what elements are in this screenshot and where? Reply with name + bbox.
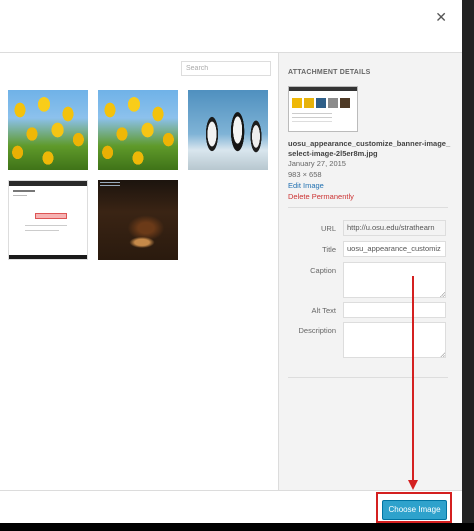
alt-text-field[interactable] [343, 302, 446, 318]
description-label: Description [298, 326, 336, 335]
annotation-arrow-line [412, 276, 414, 482]
attachment-details-title: ATTACHMENT DETAILS [288, 69, 371, 76]
search-input[interactable] [181, 61, 271, 76]
media-modal: ✕ ATTACHMENT DETAILS uosu_appearance_cus… [0, 0, 462, 523]
details-divider [288, 207, 448, 208]
url-label: URL [320, 224, 336, 233]
penguins-image[interactable] [188, 90, 268, 170]
yellow-tulips-image[interactable] [8, 90, 88, 170]
dark-room-image[interactable] [98, 180, 178, 260]
attachment-filename: uosu_appearance_customize_banner-image_s… [288, 139, 451, 158]
description-field[interactable] [343, 322, 446, 358]
url-field[interactable]: http://u.osu.edu/strathearn [343, 220, 446, 236]
yellow-tulips-image[interactable] [98, 90, 178, 170]
backdrop-right [462, 0, 474, 531]
attachment-date: January 27, 2015 [288, 159, 346, 168]
annotation-arrow-head [408, 480, 418, 490]
fields-divider [288, 377, 448, 378]
close-icon[interactable]: ✕ [435, 10, 447, 26]
attachment-dimensions: 983 × 658 [288, 170, 322, 179]
title-label: Title [322, 245, 336, 254]
screenshot-image[interactable] [8, 180, 88, 260]
edit-image-link[interactable]: Edit Image [288, 181, 453, 191]
description-resize-handle[interactable] [440, 352, 445, 357]
choose-image-button[interactable]: Choose Image [382, 500, 447, 520]
title-field[interactable]: uosu_appearance_customiz [343, 241, 446, 257]
caption-field[interactable] [343, 262, 446, 298]
caption-resize-handle[interactable] [440, 292, 445, 297]
attachment-preview-image [288, 86, 358, 132]
alt-text-label: Alt Text [311, 306, 336, 315]
delete-permanently-link[interactable]: Delete Permanently [288, 192, 453, 202]
backdrop-bottom [0, 523, 474, 531]
caption-label: Caption [310, 266, 336, 275]
